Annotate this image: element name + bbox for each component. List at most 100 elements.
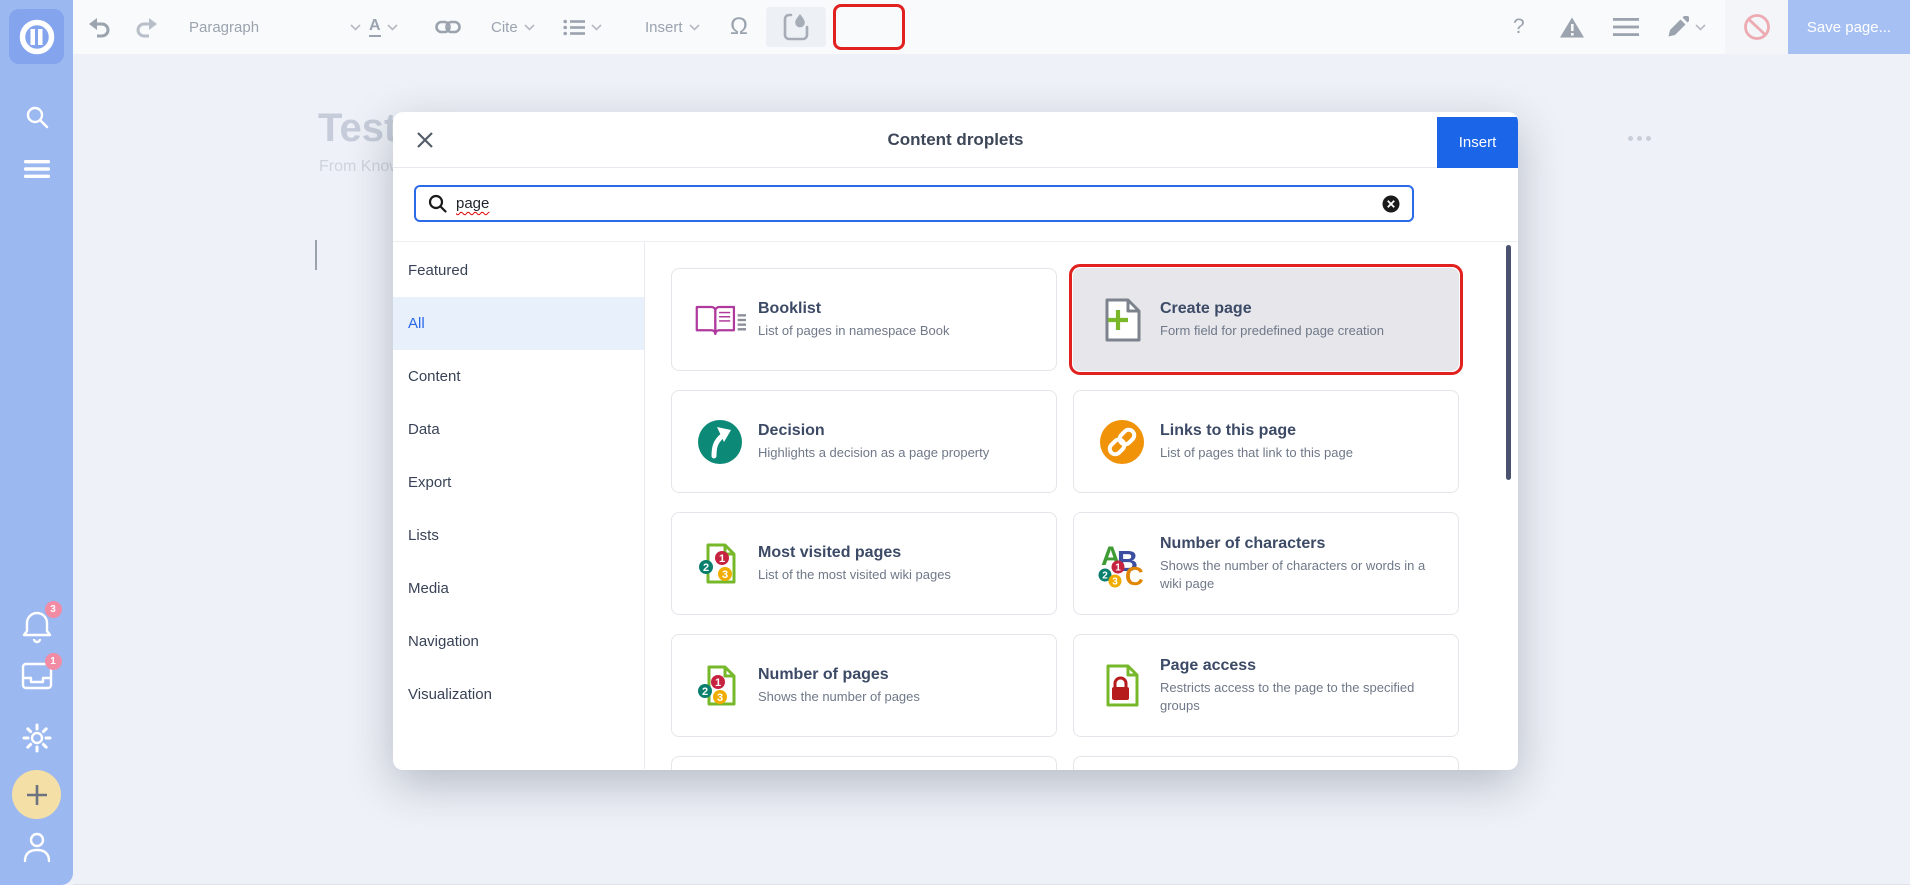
search-query-text: page — [456, 195, 1373, 212]
droplet-description: List of pages in namespace Book — [758, 322, 964, 339]
settings-button[interactable] — [0, 722, 73, 754]
booklist-icon — [694, 300, 746, 340]
clear-search-button[interactable] — [1382, 195, 1400, 213]
undo-button[interactable] — [87, 0, 111, 54]
sidebar-search-button[interactable] — [0, 104, 73, 130]
droplet-description: Shows the number of pages — [758, 688, 934, 705]
redo-button[interactable] — [135, 0, 159, 54]
cite-label: Cite — [491, 19, 518, 36]
help-button[interactable]: ? — [1513, 0, 1525, 54]
droplet-card-decision[interactable]: Decision Highlights a decision as a page… — [671, 390, 1057, 493]
page-subtitle: From Know — [319, 158, 401, 176]
category-media[interactable]: Media — [393, 562, 644, 615]
droplet-title: Booklist — [758, 300, 964, 318]
droplet-card-booklist[interactable]: Booklist List of pages in namespace Book — [671, 268, 1057, 371]
droplet-search-input[interactable]: page — [414, 185, 1414, 222]
dialog-scrollbar[interactable] — [1506, 245, 1511, 480]
droplet-description: Form field for predefined page creation — [1160, 322, 1398, 339]
paragraph-format-dropdown[interactable]: Paragraph — [189, 0, 361, 54]
droplet-card-grid: Booklist List of pages in namespace Book… — [645, 242, 1518, 769]
category-navigation[interactable]: Navigation — [393, 615, 644, 668]
category-data[interactable]: Data — [393, 403, 644, 456]
droplet-description: List of the most visited wiki pages — [758, 566, 965, 583]
text-cursor — [315, 240, 317, 270]
notifications-button[interactable]: 3 — [0, 608, 73, 649]
droplet-title: Number of pages — [758, 666, 934, 684]
search-icon — [428, 194, 447, 213]
inbox-badge: 1 — [45, 653, 62, 670]
page-title: Test — [318, 106, 397, 151]
sidebar-menu-button[interactable] — [0, 158, 73, 180]
droplet-card-create-page[interactable]: Create page Form field for predefined pa… — [1073, 268, 1459, 371]
category-featured[interactable]: Featured — [393, 244, 644, 297]
svg-text:1: 1 — [719, 552, 725, 564]
droplet-title: Links to this page — [1160, 422, 1367, 440]
droplet-card-most-visited-pages[interactable]: 1 2 3 Most visited pages List of the mos… — [671, 512, 1057, 615]
ellipsis-icon — [1628, 136, 1633, 141]
insert-dropdown[interactable]: Insert — [645, 0, 700, 54]
editor-mode-dropdown[interactable] — [1667, 0, 1706, 54]
droplet-description: List of pages that link to this page — [1160, 444, 1367, 461]
editor-toolbar: Paragraph A Cite Insert — [73, 0, 1910, 54]
special-character-button[interactable]: Ω — [730, 0, 748, 54]
warning-icon — [1559, 16, 1585, 39]
svg-text:1: 1 — [1115, 562, 1121, 573]
gear-icon — [21, 722, 53, 754]
droplet-card-page-access[interactable]: Page access Restricts access to the page… — [1073, 634, 1459, 737]
most-visited-pages-icon: 1 2 3 — [697, 541, 743, 587]
bullet-list-icon — [563, 19, 585, 36]
category-content[interactable]: Content — [393, 350, 644, 403]
droplet-title: Decision — [758, 422, 1003, 440]
svg-text:C: C — [1125, 561, 1144, 588]
droplet-card-links-to-this-page[interactable]: Links to this page List of pages that li… — [1073, 390, 1459, 493]
content-droplets-button[interactable] — [766, 7, 826, 47]
droplet-title: Page access — [1160, 657, 1458, 675]
content-droplets-dialog: Content droplets Insert page Featured Al… — [393, 112, 1518, 770]
droplet-description: Shows the number of characters or words … — [1160, 557, 1458, 591]
menu-icon — [1613, 17, 1639, 37]
dialog-header: Content droplets Insert — [393, 112, 1518, 168]
person-icon — [21, 830, 53, 864]
app-logo[interactable] — [9, 9, 64, 64]
droplet-card-number-of-pages[interactable]: 1 2 3 Number of pages Shows the number o… — [671, 634, 1057, 737]
link-icon — [435, 19, 461, 35]
category-visualization[interactable]: Visualization — [393, 668, 644, 721]
svg-text:3: 3 — [722, 568, 728, 580]
category-all[interactable]: All — [393, 297, 644, 350]
droplet-card-partial[interactable] — [1073, 756, 1459, 770]
save-page-button[interactable]: Save page... — [1788, 0, 1910, 54]
cite-dropdown[interactable]: Cite — [491, 0, 535, 54]
insert-label: Insert — [645, 19, 683, 36]
add-new-button[interactable] — [12, 770, 61, 819]
close-dialog-button[interactable] — [414, 129, 436, 151]
chevron-down-icon — [1695, 24, 1706, 31]
droplet-search-row: page — [393, 168, 1518, 242]
category-export[interactable]: Export — [393, 456, 644, 509]
droplet-title: Number of characters — [1160, 535, 1458, 553]
svg-text:2: 2 — [703, 561, 709, 573]
chevron-down-icon — [689, 24, 700, 31]
text-style-dropdown[interactable]: A — [369, 0, 398, 54]
notices-button[interactable] — [1559, 0, 1585, 54]
droplet-title: Most visited pages — [758, 544, 965, 562]
number-of-pages-icon: 1 2 3 — [697, 663, 743, 709]
inbox-button[interactable]: 1 — [0, 660, 73, 697]
droplet-card-partial[interactable] — [671, 756, 1057, 770]
plus-icon — [26, 784, 48, 806]
dialog-insert-button[interactable]: Insert — [1437, 117, 1518, 168]
page-options-button[interactable] — [1613, 0, 1639, 54]
list-structure-dropdown[interactable] — [563, 0, 602, 54]
chevron-down-icon — [524, 24, 535, 31]
text-style-icon: A — [369, 18, 381, 37]
page-more-options-button[interactable] — [1628, 136, 1651, 141]
droplet-description: Restricts access to the page to the spec… — [1160, 679, 1458, 713]
question-icon: ? — [1513, 15, 1525, 39]
cancel-edit-button[interactable] — [1725, 0, 1788, 54]
category-lists[interactable]: Lists — [393, 509, 644, 562]
svg-text:3: 3 — [1112, 576, 1118, 587]
profile-button[interactable] — [0, 830, 73, 864]
droplet-card-number-of-characters[interactable]: A B C 1 2 3 Number of characters Shows t… — [1073, 512, 1459, 615]
svg-text:3: 3 — [717, 691, 723, 703]
link-button[interactable] — [435, 0, 461, 54]
number-of-characters-icon: A B C 1 2 3 — [1098, 540, 1146, 588]
